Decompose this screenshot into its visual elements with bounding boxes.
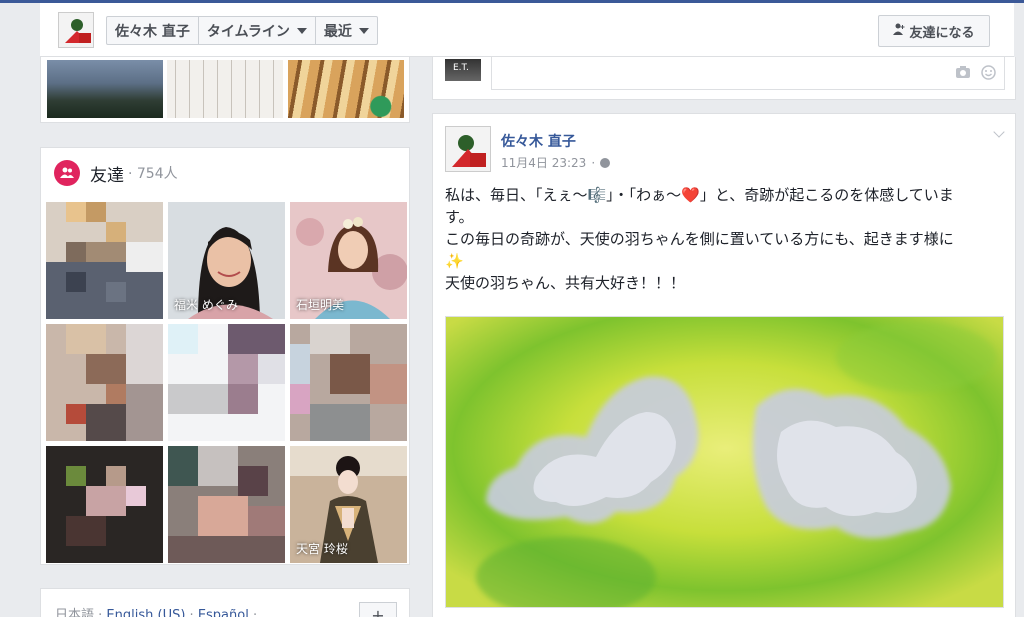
chevron-down-icon — [358, 27, 369, 34]
comment-composer: E.T. — [432, 57, 1016, 100]
composer-icons — [955, 65, 996, 84]
friends-grid: 福米 めぐみ 石垣明美 天宮 玲桜 — [46, 202, 407, 563]
friend-tile[interactable] — [168, 324, 285, 441]
comment-input[interactable] — [491, 57, 1005, 90]
timeline-post: 佐々木 直子 11月4日 23:23 · 私は、毎日、「えぇ～🎼」・「わぁ～❤️… — [432, 113, 1016, 617]
post-text-line: す。 — [445, 208, 474, 226]
nav-timeline-dropdown[interactable]: タイムライン — [199, 17, 316, 44]
friend-name: 福米 めぐみ — [174, 298, 239, 312]
photo-thumbnail[interactable] — [47, 60, 163, 118]
post-image[interactable] — [445, 316, 1004, 608]
composer-avatar: E.T. — [445, 59, 481, 81]
post-meta: 11月4日 23:23 · — [501, 154, 611, 171]
language-links: 日本語 · English (US) · Español · — [55, 604, 257, 617]
friends-title: 友達 — [90, 165, 124, 186]
timeline-nav: 佐々木 直子 タイムライン 最近 — [106, 16, 378, 45]
friends-card: 友達 · 754人 福米 めぐみ 石垣明美 天宮 玲桜 — [40, 147, 410, 565]
add-friend-label: 友達になる — [909, 25, 975, 41]
nav-recent-dropdown[interactable]: 最近 — [316, 17, 377, 44]
chevron-down-icon[interactable] — [993, 126, 1005, 138]
nav-recent-label: 最近 — [323, 23, 352, 40]
friends-icon — [54, 160, 80, 186]
friends-count: · 754人 — [128, 166, 178, 182]
more-languages-button[interactable]: + — [359, 602, 397, 617]
post-text: 私は、毎日、「えぇ～🎼」・「わぁ～❤️」と、奇跡が起こるのを体感していま す。 … — [445, 184, 1010, 294]
person-add-icon — [893, 23, 905, 39]
friend-tile[interactable] — [290, 324, 407, 441]
post-text-line: ✨ — [445, 252, 464, 270]
friend-tile[interactable] — [46, 202, 163, 319]
friend-tile[interactable] — [168, 446, 285, 563]
friend-name: 石垣明美 — [296, 298, 345, 312]
add-friend-button[interactable]: 友達になる — [878, 15, 990, 47]
globe-icon[interactable] — [600, 157, 611, 168]
nav-timeline-label: タイムライン — [206, 23, 290, 40]
friend-tile[interactable]: 石垣明美 — [290, 202, 407, 319]
timeline-header: 佐々木 直子 タイムライン 最近 友達になる — [40, 3, 1014, 57]
smiley-icon[interactable] — [981, 65, 996, 84]
nav-profile-name[interactable]: 佐々木 直子 — [107, 17, 199, 44]
post-text-line: 天使の羽ちゃん、共有大好き！！！ — [445, 274, 686, 292]
post-text-line: 私は、毎日、「えぇ～🎼」・「わぁ～❤️」と、奇跡が起こるのを体感していま — [445, 186, 954, 204]
friend-tile[interactable]: 天宮 玲桜 — [290, 446, 407, 563]
language-footer: 日本語 · English (US) · Español · + — [40, 588, 410, 617]
current-language: 日本語 — [55, 608, 95, 617]
friend-tile[interactable] — [46, 446, 163, 563]
profile-avatar[interactable] — [58, 12, 94, 48]
photo-thumbnail[interactable] — [167, 60, 283, 118]
chevron-down-icon — [296, 27, 307, 34]
friend-tile[interactable]: 福米 めぐみ — [168, 202, 285, 319]
photos-card — [40, 57, 410, 123]
language-link-spanish[interactable]: Español — [198, 608, 249, 617]
friends-header[interactable]: 友達 · 754人 — [54, 160, 178, 186]
camera-icon[interactable] — [955, 65, 971, 84]
language-link-english[interactable]: English (US) — [106, 608, 185, 617]
post-text-line: この毎日の奇跡が、天使の羽ちゃんを側に置いている方にも、起きます様に — [445, 230, 954, 248]
post-timestamp[interactable]: 11月4日 23:23 — [501, 154, 586, 171]
photo-thumbnail[interactable] — [288, 60, 404, 118]
post-author-avatar[interactable] — [445, 126, 491, 172]
friend-tile[interactable] — [46, 324, 163, 441]
post-author-name[interactable]: 佐々木 直子 — [501, 131, 576, 151]
friend-name: 天宮 玲桜 — [296, 542, 348, 556]
